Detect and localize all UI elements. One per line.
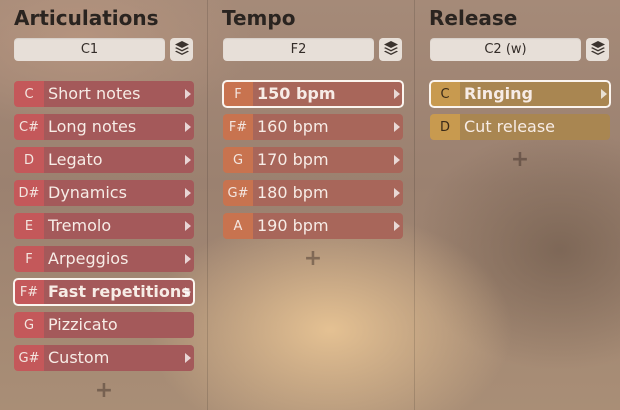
chevron-right-icon[interactable] — [185, 353, 191, 363]
add-articulation-button[interactable]: + — [14, 378, 194, 404]
chevron-right-icon[interactable] — [601, 89, 607, 99]
add-tempo-button[interactable]: + — [223, 246, 403, 272]
articulation-label: Custom — [44, 345, 194, 371]
layers-icon — [590, 40, 606, 60]
release-layers-button[interactable] — [586, 38, 609, 61]
tempo-row-160[interactable]: F# 160 bpm — [223, 114, 403, 140]
articulation-label: Arpeggios — [44, 246, 194, 272]
articulation-label: Long notes — [44, 114, 194, 140]
articulations-title: Articulations — [14, 6, 159, 30]
tempo-key-field[interactable]: F2 — [223, 38, 374, 61]
articulation-row-long-notes[interactable]: C# Long notes — [14, 114, 194, 140]
note-key: C — [430, 81, 460, 107]
chevron-right-icon[interactable] — [394, 155, 400, 165]
tempo-label: 150 bpm — [253, 81, 403, 107]
articulation-row-fast-repetitions[interactable]: F# Fast repetitions — [13, 278, 195, 306]
note-key: F — [223, 81, 253, 107]
note-key: G — [14, 312, 44, 338]
note-key: G# — [14, 345, 44, 371]
articulation-label: Fast repetitions — [44, 279, 194, 305]
articulation-label: Legato — [44, 147, 194, 173]
release-list: C Ringing D Cut release + — [429, 80, 611, 173]
layers-icon — [383, 40, 399, 60]
tempo-layers-button[interactable] — [379, 38, 402, 61]
tempo-label: 190 bpm — [253, 213, 403, 239]
articulation-label: Tremolo — [44, 213, 194, 239]
articulation-label: Short notes — [44, 81, 194, 107]
release-column: Release C2 (w) C Ringing D Cut release + — [414, 0, 620, 410]
release-key-field[interactable]: C2 (w) — [430, 38, 581, 61]
note-key: E — [14, 213, 44, 239]
articulation-label: Pizzicato — [44, 312, 194, 338]
note-key: G# — [223, 180, 253, 206]
chevron-right-icon[interactable] — [394, 89, 400, 99]
plus-icon: + — [303, 246, 323, 271]
articulation-row-dynamics[interactable]: D# Dynamics — [14, 180, 194, 206]
note-key: C# — [14, 114, 44, 140]
articulations-column: Articulations C1 C Short notes C# Long not… — [0, 0, 207, 410]
chevron-right-icon[interactable] — [394, 122, 400, 132]
articulations-layers-button[interactable] — [170, 38, 193, 61]
release-title: Release — [429, 6, 518, 30]
articulation-row-custom[interactable]: G# Custom — [14, 345, 194, 371]
release-label: Ringing — [460, 81, 610, 107]
chevron-right-icon[interactable] — [185, 89, 191, 99]
chevron-right-icon[interactable] — [185, 122, 191, 132]
chevron-right-icon[interactable] — [185, 155, 191, 165]
chevron-right-icon[interactable] — [185, 254, 191, 264]
articulation-label: Dynamics — [44, 180, 194, 206]
release-row-cut-release[interactable]: D Cut release — [430, 114, 610, 140]
articulations-key-field[interactable]: C1 — [14, 38, 165, 61]
layers-icon — [174, 40, 190, 60]
chevron-right-icon[interactable] — [394, 221, 400, 231]
tempo-row-170[interactable]: G 170 bpm — [223, 147, 403, 173]
articulation-row-legato[interactable]: D Legato — [14, 147, 194, 173]
note-key: D — [430, 114, 460, 140]
release-row-ringing[interactable]: C Ringing — [429, 80, 611, 108]
note-key: F — [14, 246, 44, 272]
articulation-row-tremolo[interactable]: E Tremolo — [14, 213, 194, 239]
tempo-label: 160 bpm — [253, 114, 403, 140]
note-key: D# — [14, 180, 44, 206]
tempo-row-190[interactable]: A 190 bpm — [223, 213, 403, 239]
chevron-right-icon[interactable] — [394, 188, 400, 198]
articulation-row-short-notes[interactable]: C Short notes — [14, 81, 194, 107]
note-key: D — [14, 147, 44, 173]
tempo-column: Tempo F2 F 150 bpm F# 160 bpm G 170 bpm G# 1… — [207, 0, 414, 410]
note-key: A — [223, 213, 253, 239]
plus-icon: + — [94, 378, 114, 403]
add-release-button[interactable]: + — [430, 147, 610, 173]
articulation-row-arpeggios[interactable]: F Arpeggios — [14, 246, 194, 272]
note-key: C — [14, 81, 44, 107]
chevron-right-icon[interactable] — [185, 188, 191, 198]
plus-icon: + — [510, 147, 530, 172]
tempo-row-180[interactable]: G# 180 bpm — [223, 180, 403, 206]
tempo-list: F 150 bpm F# 160 bpm G 170 bpm G# 180 bpm A1… — [222, 80, 404, 272]
articulations-list: C Short notes C# Long notes D Legato D# Dyna… — [13, 81, 195, 404]
note-key: F# — [14, 279, 44, 305]
tempo-label: 180 bpm — [253, 180, 403, 206]
tempo-row-150[interactable]: F 150 bpm — [222, 80, 404, 108]
chevron-right-icon[interactable] — [185, 287, 191, 297]
chevron-right-icon[interactable] — [185, 221, 191, 231]
note-key: G — [223, 147, 253, 173]
tempo-title: Tempo — [222, 6, 296, 30]
note-key: F# — [223, 114, 253, 140]
tempo-label: 170 bpm — [253, 147, 403, 173]
articulation-row-pizzicato[interactable]: G Pizzicato — [14, 312, 194, 338]
release-label: Cut release — [460, 114, 610, 140]
